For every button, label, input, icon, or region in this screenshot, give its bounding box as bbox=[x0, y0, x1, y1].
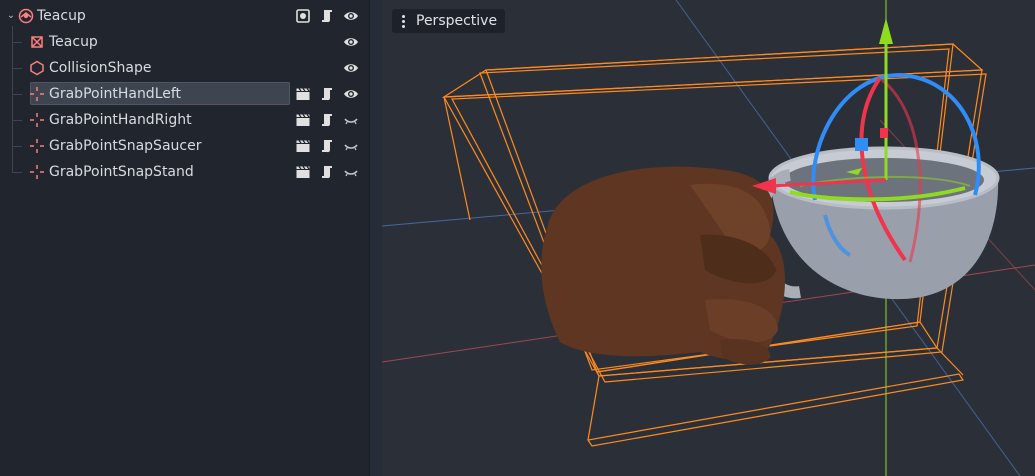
scene-tree-row[interactable]: CollisionShape bbox=[0, 55, 369, 81]
rigid-body-icon bbox=[18, 8, 34, 24]
tree-guide-line bbox=[12, 42, 22, 43]
position-3d-icon bbox=[29, 164, 45, 180]
node-name: GrabPointHandLeft bbox=[49, 86, 182, 102]
position-3d-icon bbox=[29, 112, 45, 128]
script-icon[interactable] bbox=[319, 8, 335, 24]
3d-viewport[interactable]: Perspective bbox=[382, 0, 1035, 476]
tree-guide-line bbox=[12, 120, 22, 121]
scene-tree-row[interactable]: GrabPointHandRight bbox=[0, 107, 369, 133]
scene-tree-row[interactable]: ⌄ Teacup bbox=[0, 3, 369, 29]
collision-shape-icon bbox=[29, 60, 45, 76]
scene-tree-row[interactable]: GrabPointHandLeft bbox=[0, 81, 369, 107]
teacup-model bbox=[753, 146, 1000, 300]
script-icon[interactable] bbox=[319, 86, 335, 102]
position-3d-icon bbox=[29, 86, 45, 102]
mesh-instance-icon bbox=[29, 34, 45, 50]
script-icon[interactable] bbox=[319, 112, 335, 128]
tree-guide-line bbox=[12, 26, 13, 172]
clapperboard-icon[interactable] bbox=[295, 112, 311, 128]
tree-guide-line bbox=[12, 172, 22, 173]
eye-visible-icon[interactable] bbox=[343, 60, 359, 76]
tree-guide-line bbox=[12, 94, 22, 95]
node-name: CollisionShape bbox=[49, 60, 152, 76]
node-name: GrabPointSnapStand bbox=[49, 164, 194, 180]
scene-tree-panel: ⌄ Teacup Teacup CollisionShape GrabPointHand… bbox=[0, 0, 369, 476]
kebab-menu-icon bbox=[396, 14, 410, 28]
tree-guide-line bbox=[12, 146, 22, 147]
eye-visible-icon[interactable] bbox=[343, 34, 359, 50]
scene-tree-row[interactable]: GrabPointSnapSaucer bbox=[0, 133, 369, 159]
node-name: GrabPointHandRight bbox=[49, 112, 192, 128]
scene-tree-row[interactable]: GrabPointSnapStand bbox=[0, 159, 369, 185]
clapperboard-icon[interactable] bbox=[295, 164, 311, 180]
view-mode-label: Perspective bbox=[416, 13, 498, 29]
script-icon[interactable] bbox=[319, 164, 335, 180]
node-name: GrabPointSnapSaucer bbox=[49, 138, 202, 154]
viewport-scene[interactable] bbox=[382, 0, 1035, 476]
node-name: Teacup bbox=[37, 8, 86, 24]
eye-visible-icon[interactable] bbox=[343, 8, 359, 24]
eye-hidden-icon[interactable] bbox=[343, 112, 359, 128]
script-icon[interactable] bbox=[319, 138, 335, 154]
node-name: Teacup bbox=[49, 34, 98, 50]
clapperboard-icon[interactable] bbox=[295, 138, 311, 154]
eye-hidden-icon[interactable] bbox=[343, 138, 359, 154]
signal-icon[interactable] bbox=[295, 8, 311, 24]
eye-hidden-icon[interactable] bbox=[343, 164, 359, 180]
view-menu-button[interactable]: Perspective bbox=[392, 9, 506, 33]
collapse-arrow-icon[interactable]: ⌄ bbox=[4, 9, 18, 23]
eye-visible-icon[interactable] bbox=[343, 86, 359, 102]
clapperboard-icon[interactable] bbox=[295, 86, 311, 102]
tree-guide-line bbox=[12, 68, 22, 69]
position-3d-icon bbox=[29, 138, 45, 154]
panel-divider[interactable] bbox=[369, 0, 382, 476]
hand-model bbox=[541, 166, 785, 365]
scene-tree-row[interactable]: Teacup bbox=[0, 29, 369, 55]
